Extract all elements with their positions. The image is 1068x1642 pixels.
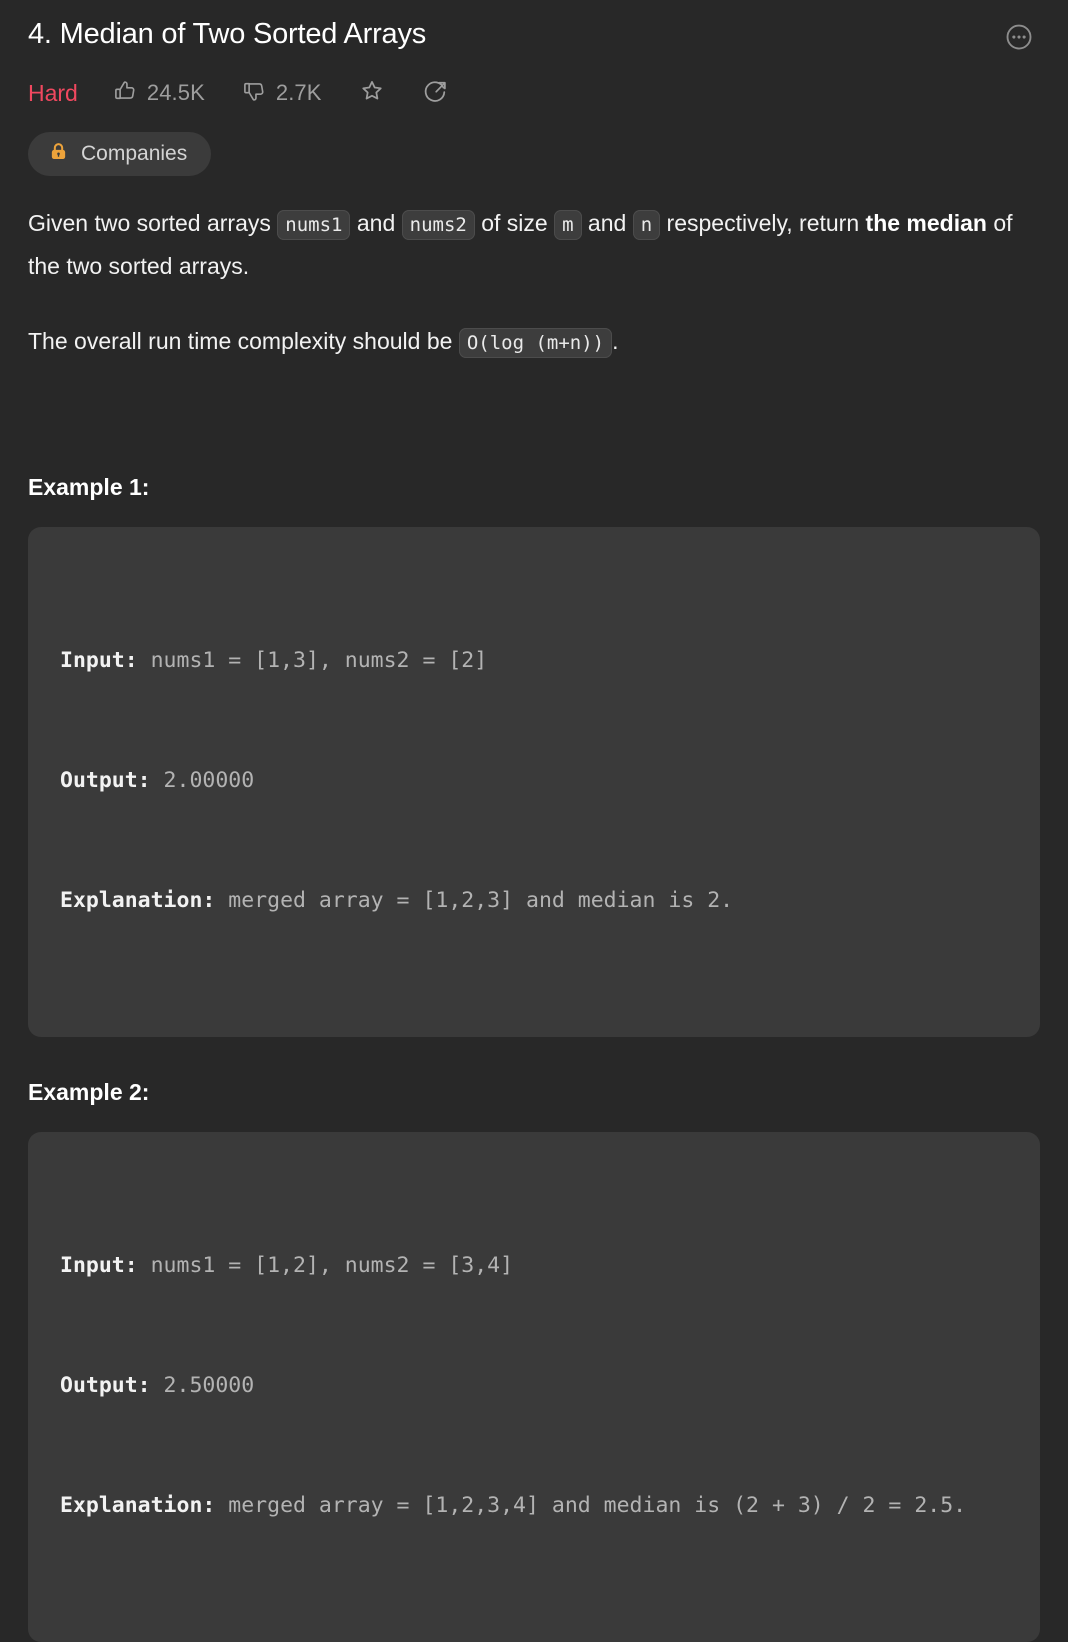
tag-row: Companies xyxy=(28,132,1040,176)
thumbs-down-icon xyxy=(241,78,267,109)
code-line: Output: 2.00000 xyxy=(60,761,1010,801)
code-line: Explanation: merged array = [1,2,3,4] an… xyxy=(60,1486,1010,1526)
inline-code-nums1: nums1 xyxy=(277,210,351,240)
problem-statement: Given two sorted arrays nums1 and nums2 … xyxy=(28,203,1040,364)
code-value: merged array = [1,2,3] and median is 2. xyxy=(215,888,734,913)
star-icon xyxy=(358,77,386,110)
code-label: Output: xyxy=(60,1373,151,1398)
problem-description-panel: 4. Median of Two Sorted Arrays Hard 24.5… xyxy=(0,0,1068,1642)
statement-text: respectively, return xyxy=(660,210,866,236)
page-title: 4. Median of Two Sorted Arrays xyxy=(28,18,427,50)
example-1-code-block: Input: nums1 = [1,3], nums2 = [2] Output… xyxy=(28,527,1040,1037)
statement-text: Given two sorted arrays xyxy=(28,210,278,236)
companies-tag-label: Companies xyxy=(81,142,188,165)
share-button[interactable] xyxy=(422,77,450,110)
title-row: 4. Median of Two Sorted Arrays xyxy=(28,0,1040,54)
difficulty-badge: Hard xyxy=(28,79,78,106)
code-line: Explanation: merged array = [1,2,3] and … xyxy=(60,881,1010,921)
code-value: merged array = [1,2,3,4] and median is (… xyxy=(215,1493,967,1518)
statement-text: of size xyxy=(474,210,555,236)
dislike-count: 2.7K xyxy=(275,80,322,105)
example-1-heading: Example 1: xyxy=(28,474,150,500)
code-label: Input: xyxy=(60,1253,138,1278)
ellipsis-circle-icon[interactable] xyxy=(1002,20,1036,54)
code-value: nums1 = [1,3], nums2 = [2] xyxy=(137,648,488,673)
statement-paragraph-2: The overall run time complexity should b… xyxy=(28,321,1040,364)
statement-emphasis: the median xyxy=(865,210,987,236)
code-line: Output: 2.50000 xyxy=(60,1366,1010,1406)
code-label: Input: xyxy=(60,648,138,673)
inline-code-m: m xyxy=(554,210,582,240)
dislike-button[interactable]: 2.7K xyxy=(241,78,322,109)
inline-code-complexity: O(log (m+n)) xyxy=(458,328,613,358)
favorite-button[interactable] xyxy=(358,77,386,110)
code-value: 2.50000 xyxy=(150,1373,255,1398)
like-count: 24.5K xyxy=(146,80,205,105)
inline-code-n: n xyxy=(632,210,661,240)
code-line: Input: nums1 = [1,2], nums2 = [3,4] xyxy=(60,1246,1010,1286)
lock-icon xyxy=(48,141,69,167)
share-circle-icon xyxy=(422,77,450,110)
like-button[interactable]: 24.5K xyxy=(112,78,205,109)
example-2-heading: Example 2: xyxy=(28,1079,150,1105)
companies-tag-button[interactable]: Companies xyxy=(28,132,212,176)
inline-code-nums2: nums2 xyxy=(401,210,475,240)
code-value: nums1 = [1,2], nums2 = [3,4] xyxy=(137,1253,514,1278)
code-label: Output: xyxy=(60,768,151,793)
meta-row: Hard 24.5K 2.7K xyxy=(28,76,1040,110)
statement-text: and xyxy=(350,210,402,236)
code-line: Input: nums1 = [1,3], nums2 = [2] xyxy=(60,641,1010,681)
code-value: 2.00000 xyxy=(150,768,255,793)
statement-text: . xyxy=(612,328,619,354)
statement-paragraph-1: Given two sorted arrays nums1 and nums2 … xyxy=(28,203,1040,287)
statement-text: The overall run time complexity should b… xyxy=(28,328,459,354)
thumbs-up-icon xyxy=(112,78,138,109)
code-label: Explanation: xyxy=(60,1493,216,1518)
example-2-code-block: Input: nums1 = [1,2], nums2 = [3,4] Outp… xyxy=(28,1132,1040,1642)
code-label: Explanation: xyxy=(60,888,216,913)
statement-text: and xyxy=(581,210,633,236)
